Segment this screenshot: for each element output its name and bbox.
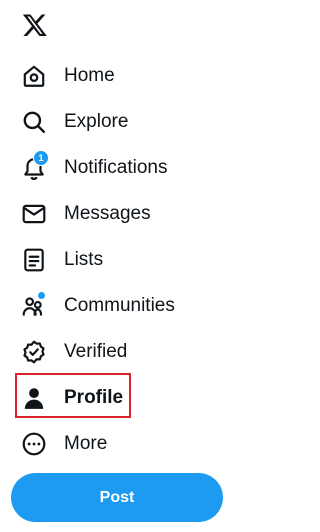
nav-item-notifications[interactable]: 1 Notifications <box>0 145 247 191</box>
nav-item-label: More <box>64 433 108 454</box>
nav-item-verified[interactable]: Verified <box>0 329 247 375</box>
nav-item-label: Communities <box>64 295 175 316</box>
nav-item-label: Profile <box>64 387 124 408</box>
nav-item-profile[interactable]: Profile <box>0 375 247 421</box>
nav-item-label: Messages <box>64 203 151 224</box>
nav-item-messages[interactable]: Messages <box>0 191 247 237</box>
nav-item-label: Verified <box>64 341 128 362</box>
unread-dot <box>37 291 46 300</box>
nav-item-explore[interactable]: Explore <box>0 99 247 145</box>
nav-item-label: Lists <box>64 249 104 270</box>
verified-badge-icon <box>21 339 47 365</box>
nav-item-communities[interactable]: Communities <box>0 283 247 329</box>
person-icon <box>21 385 47 411</box>
nav-item-lists[interactable]: Lists <box>0 237 247 283</box>
primary-nav: Home Explore 1 Notifications Messages Li… <box>0 53 247 467</box>
communities-icon <box>21 291 47 319</box>
x-logo-icon[interactable] <box>22 12 48 38</box>
nav-item-label: Explore <box>64 111 129 132</box>
nav-item-label: Home <box>64 65 115 86</box>
search-icon <box>21 109 47 135</box>
notification-count-badge: 1 <box>33 150 49 166</box>
post-button[interactable]: Post <box>11 473 223 522</box>
home-icon <box>21 63 47 89</box>
list-icon <box>21 247 47 273</box>
nav-item-label: Notifications <box>64 157 168 178</box>
more-circle-icon <box>21 431 47 457</box>
nav-item-home[interactable]: Home <box>0 53 247 99</box>
envelope-icon <box>21 201 47 227</box>
nav-item-more[interactable]: More <box>0 421 247 467</box>
bell-icon: 1 <box>21 150 49 181</box>
